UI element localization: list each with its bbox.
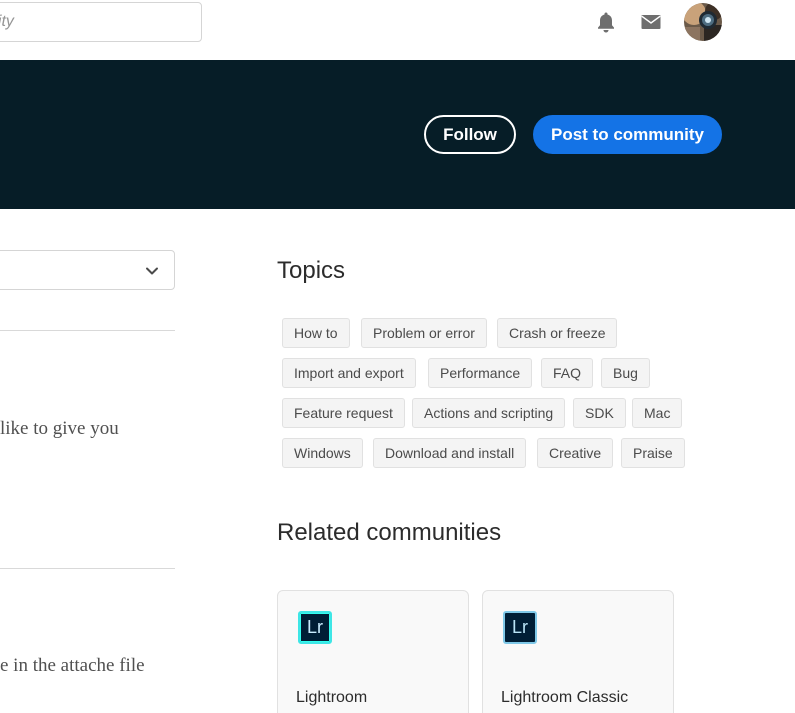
mail-icon[interactable] — [639, 10, 663, 34]
sort-dropdown[interactable] — [0, 250, 175, 290]
topic-tag[interactable]: Actions and scripting — [412, 398, 566, 428]
top-bar — [0, 0, 795, 60]
topic-tag[interactable]: FAQ — [541, 358, 594, 388]
community-card-lightroom[interactable]: Lr Lightroom — [277, 590, 469, 713]
topic-tag[interactable]: Praise — [621, 438, 685, 468]
topic-tag[interactable]: Problem or error — [361, 318, 487, 348]
topic-tag[interactable]: Creative — [537, 438, 614, 468]
lightroom-logo-icon: Lr — [298, 611, 332, 644]
divider — [0, 568, 175, 569]
topic-tag[interactable]: Crash or freeze — [497, 318, 618, 348]
divider — [0, 330, 175, 331]
community-name: Lightroom Classic — [501, 689, 629, 706]
topic-tag[interactable]: Feature request — [282, 398, 405, 428]
topic-tag[interactable]: Import and export — [282, 358, 416, 388]
topics-heading: Topics — [277, 257, 346, 284]
topic-tag[interactable]: How to — [282, 318, 350, 348]
avatar[interactable] — [684, 3, 722, 41]
topic-tag[interactable]: Download and install — [373, 438, 527, 468]
follow-button[interactable]: Follow — [424, 115, 516, 154]
search-input[interactable] — [0, 3, 201, 41]
community-name: Lightroom — [296, 689, 368, 706]
community-card-lightroom-classic[interactable]: Lr Lightroom Classic — [482, 590, 674, 713]
post-to-community-button[interactable]: Post to community — [533, 115, 722, 154]
post-snippet[interactable]: like to give you — [0, 418, 119, 440]
topic-tag[interactable]: Mac — [632, 398, 683, 428]
related-communities-heading: Related communities — [277, 519, 502, 546]
topic-tag[interactable]: SDK — [573, 398, 626, 428]
post-snippet[interactable]: e in the attache file — [0, 655, 145, 677]
chevron-down-icon — [144, 263, 160, 279]
bell-icon[interactable] — [594, 10, 618, 34]
lightroom-classic-logo-icon: Lr — [503, 611, 537, 644]
community-banner: Follow Post to community — [0, 60, 795, 209]
topic-tag[interactable]: Windows — [282, 438, 363, 468]
search-box[interactable] — [0, 2, 202, 42]
topic-tag[interactable]: Performance — [428, 358, 533, 388]
topic-tag[interactable]: Bug — [601, 358, 650, 388]
